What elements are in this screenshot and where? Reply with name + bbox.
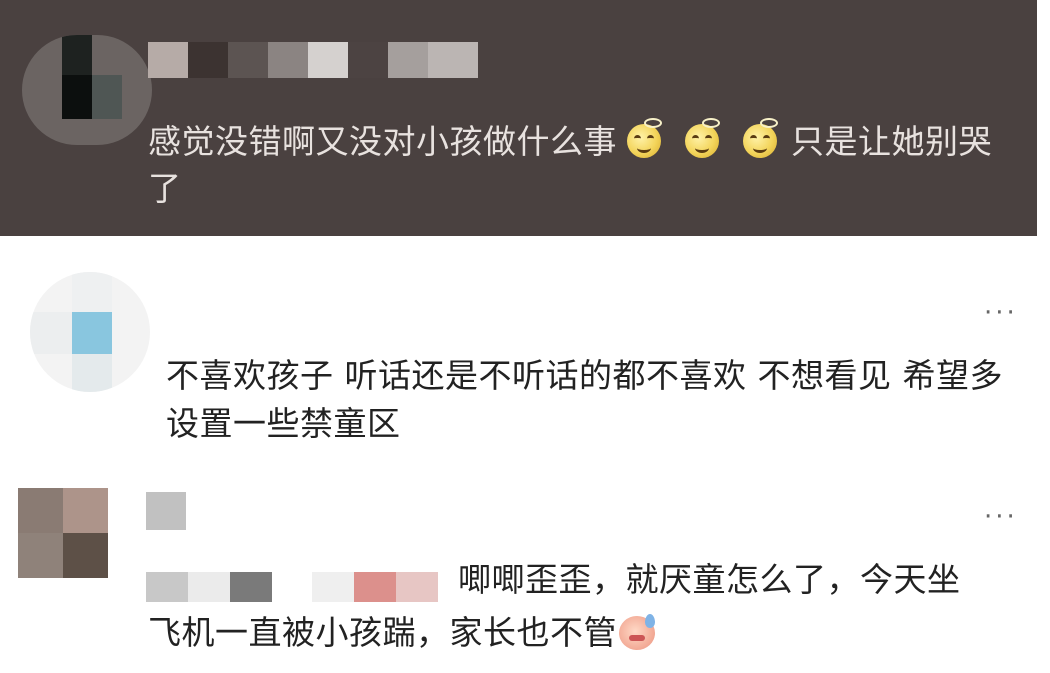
more-options-icon[interactable]: ··· <box>984 300 1018 326</box>
avatar-blurred[interactable] <box>18 488 108 578</box>
sweat-face-emoji <box>619 614 655 650</box>
reply-mention-blurred[interactable] <box>146 572 446 606</box>
smile-halo-emoji <box>685 118 720 158</box>
more-options-icon[interactable]: ··· <box>984 504 1018 530</box>
comment-text-line1: 唧唧歪歪，就厌童怎么了，今天坐 <box>458 560 961 599</box>
username-blurred[interactable] <box>148 42 488 78</box>
smile-halo-emoji <box>743 118 778 158</box>
comment-text: 不喜欢孩子 听话还是不听话的都不喜欢 不想看见 希望多设置一些禁童区 <box>166 356 1003 443</box>
comment-card-dark: 感觉没错啊又没对小孩做什么事 只是让她别哭了 <box>0 0 1037 236</box>
username-blurred[interactable] <box>146 492 186 530</box>
avatar-blurred[interactable] <box>30 272 150 392</box>
avatar-blurred[interactable] <box>22 35 152 145</box>
smile-halo-emoji <box>627 118 662 158</box>
comment-text-line2: 飞机一直被小孩踹，家长也不管 <box>148 609 1008 657</box>
comment-text: 感觉没错啊又没对小孩做什么事 只是让她别哭了 <box>148 118 1018 212</box>
